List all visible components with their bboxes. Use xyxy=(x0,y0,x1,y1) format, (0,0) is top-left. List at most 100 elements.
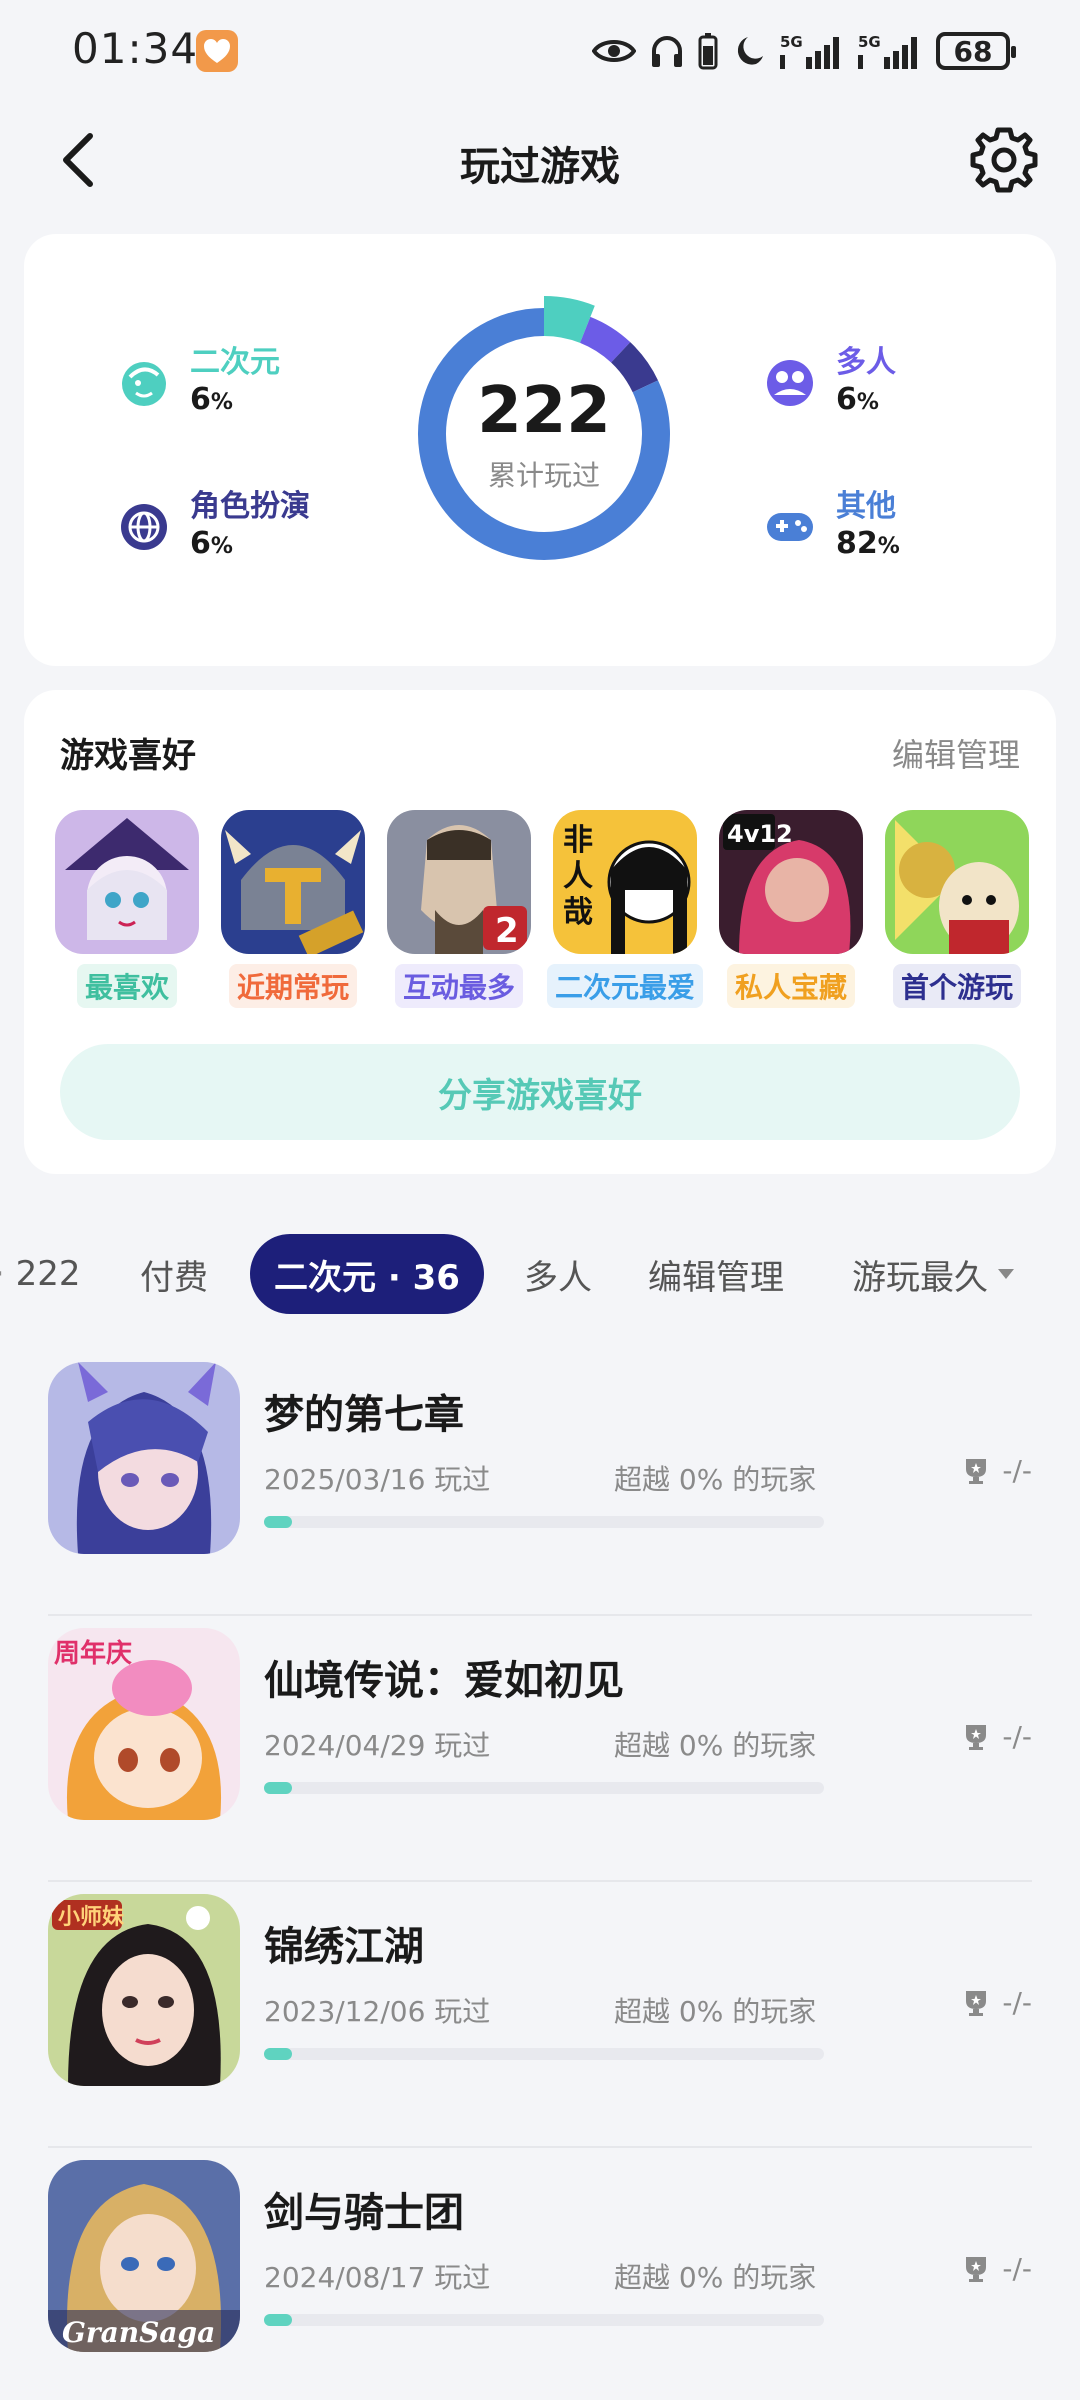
game-rank: 超越 0% 的玩家 xyxy=(614,1995,817,2028)
stat-percent: 82% xyxy=(836,526,900,561)
stat-other[interactable]: 其他 82% xyxy=(764,488,900,565)
svg-text:5G: 5G xyxy=(780,33,803,51)
svg-text:小师妹: 小师妹 xyxy=(58,1904,125,1930)
moon-icon xyxy=(737,37,763,65)
svg-text:周年庆: 周年庆 xyxy=(54,1638,132,1669)
stat-anime[interactable]: 二次元 6% xyxy=(118,344,280,421)
stat-label: 角色扮演 xyxy=(190,489,310,524)
page-title: 玩过游戏 xyxy=(460,144,620,190)
battery-indicator: 68 xyxy=(936,32,1016,70)
share-preferences-button[interactable]: 分享游戏喜好 xyxy=(60,1044,1020,1140)
game-played-date: 2024/08/17 玩过 xyxy=(264,2261,491,2294)
trophy-icon xyxy=(966,1990,987,2016)
signal-5g-icon-2: 5G xyxy=(858,33,917,69)
game-name: 仙境传说：爱如初见 xyxy=(264,1658,624,1704)
svg-text:2: 2 xyxy=(495,911,519,951)
stat-label: 多人 xyxy=(836,345,896,380)
progress-fill xyxy=(264,1516,292,1528)
preferences-edit-button[interactable]: 编辑管理 xyxy=(892,730,1020,776)
game-cover: GranSaga xyxy=(48,2160,240,2352)
signal-5g-icon: 5G xyxy=(780,33,839,69)
tab-anime[interactable]: 二次元 · 36 xyxy=(250,1234,484,1314)
stat-label: 其他 xyxy=(836,489,896,524)
stat-multiplayer[interactable]: 多人 6% xyxy=(764,344,896,421)
category-donut-chart: 222 累计玩过 xyxy=(406,284,682,574)
game-rank: 超越 0% 的玩家 xyxy=(614,1729,817,1762)
progress-fill xyxy=(264,2048,292,2060)
game-cover: 非人哉 xyxy=(553,810,697,954)
pref-item-interaction[interactable]: 2 互动最多 xyxy=(384,810,534,1008)
trophy-icon xyxy=(966,1724,987,1750)
pref-item-recent[interactable]: 近期常玩 xyxy=(218,810,368,1008)
pref-tag: 互动最多 xyxy=(394,964,523,1008)
game-cover xyxy=(48,1362,240,1554)
sort-dropdown[interactable]: 游玩最久 xyxy=(852,1234,1014,1314)
donut-caption: 累计玩过 xyxy=(487,459,600,492)
donut-segment-face xyxy=(543,296,595,344)
progress-bar xyxy=(264,2048,824,2060)
pref-item-favorite[interactable]: 最喜欢 xyxy=(52,810,202,1008)
progress-fill xyxy=(264,2314,292,2326)
filter-tabs: · 222 付费 二次元 · 36 多人 编辑管理 游玩最久 xyxy=(0,1234,1080,1318)
svg-text:4v12: 4v12 xyxy=(727,820,793,848)
game-played-date: 2024/04/29 玩过 xyxy=(264,1729,491,1762)
people-icon xyxy=(767,359,813,406)
game-rank: 超越 0% 的玩家 xyxy=(614,2261,817,2294)
notification-app-icon xyxy=(196,30,238,72)
game-achievements: -/- xyxy=(964,1454,1032,1487)
gear-icon xyxy=(970,127,1038,193)
tab-edit[interactable]: 编辑管理 xyxy=(648,1234,784,1314)
preferences-row: 最喜欢 近期常玩 2 互动最多 非人哉 二次元最爱 4v12 私人宝藏 首个游玩 xyxy=(52,810,1032,1008)
stat-label: 二次元 xyxy=(190,345,280,380)
game-row[interactable]: 梦的第七章 2025/03/16 玩过 超越 0% 的玩家 -/- xyxy=(48,1350,1032,1616)
svg-text:人: 人 xyxy=(563,859,593,894)
status-bar: 01:34 5G 5G 68 xyxy=(0,0,1080,100)
tab-paid[interactable]: 付费 xyxy=(140,1234,208,1314)
preferences-title: 游戏喜好 xyxy=(60,736,196,776)
progress-fill xyxy=(264,1782,292,1794)
trophy-icon xyxy=(966,2256,987,2282)
svg-text:5G: 5G xyxy=(858,33,881,51)
settings-button[interactable] xyxy=(968,124,1040,196)
game-cover: 4v12 xyxy=(719,810,863,954)
game-achievements: -/- xyxy=(964,2252,1032,2285)
status-icons: 5G 5G 68 xyxy=(592,30,1016,72)
game-row[interactable]: GranSaga 剑与骑士团 2024/08/17 玩过 超越 0% 的玩家 -… xyxy=(48,2148,1032,2400)
game-name: 梦的第七章 xyxy=(264,1392,464,1438)
caret-down-icon xyxy=(998,1269,1014,1279)
tab-multiplayer[interactable]: 多人 xyxy=(524,1234,592,1314)
stat-percent: 6% xyxy=(836,382,879,417)
pref-tag: 近期常玩 xyxy=(228,964,357,1008)
game-achievements: -/- xyxy=(964,1720,1032,1753)
pref-item-treasure[interactable]: 4v12 私人宝藏 xyxy=(716,810,866,1008)
tab-all[interactable]: · 222 xyxy=(0,1234,81,1314)
status-time: 01:34 xyxy=(72,24,199,73)
battery-saver-icon xyxy=(698,33,718,70)
stat-rpg[interactable]: 角色扮演 6% xyxy=(118,488,310,565)
game-cover: 周年庆 xyxy=(48,1628,240,1820)
game-cover xyxy=(221,810,365,954)
donut-segment-people xyxy=(579,316,631,363)
pref-item-first[interactable]: 首个游玩 xyxy=(882,810,1032,1008)
game-played-date: 2023/12/06 玩过 xyxy=(264,1995,491,2028)
game-cover: 2 xyxy=(387,810,531,954)
donut-total: 222 xyxy=(477,374,611,448)
game-cover xyxy=(55,810,199,954)
game-achievements: -/- xyxy=(964,1986,1032,2019)
trophy-icon xyxy=(966,1458,987,1484)
game-name: 剑与骑士团 xyxy=(264,2190,464,2236)
stat-percent: 6% xyxy=(190,382,233,417)
game-row[interactable]: 小师妹 锦绣江湖 2023/12/06 玩过 超越 0% 的玩家 -/- xyxy=(48,1882,1032,2148)
game-row[interactable]: 周年庆 仙境传说：爱如初见 2024/04/29 玩过 超越 0% 的玩家 -/… xyxy=(48,1616,1032,1882)
stats-card: 二次元 6% 角色扮演 6% 多人 6% 其他 82% 222 累计玩过 xyxy=(24,234,1056,666)
progress-bar xyxy=(264,1516,824,1528)
game-cover xyxy=(885,810,1029,954)
svg-text:GranSaga: GranSaga xyxy=(62,2316,215,2349)
game-cover: 小师妹 xyxy=(48,1894,240,2086)
pref-tag: 私人宝藏 xyxy=(726,964,855,1008)
headphones-icon xyxy=(652,36,682,67)
game-name: 锦绣江湖 xyxy=(264,1924,424,1970)
page-header: 玩过游戏 xyxy=(0,120,1080,200)
pref-item-anime-fav[interactable]: 非人哉 二次元最爱 xyxy=(547,810,704,1008)
progress-bar xyxy=(264,2314,824,2326)
